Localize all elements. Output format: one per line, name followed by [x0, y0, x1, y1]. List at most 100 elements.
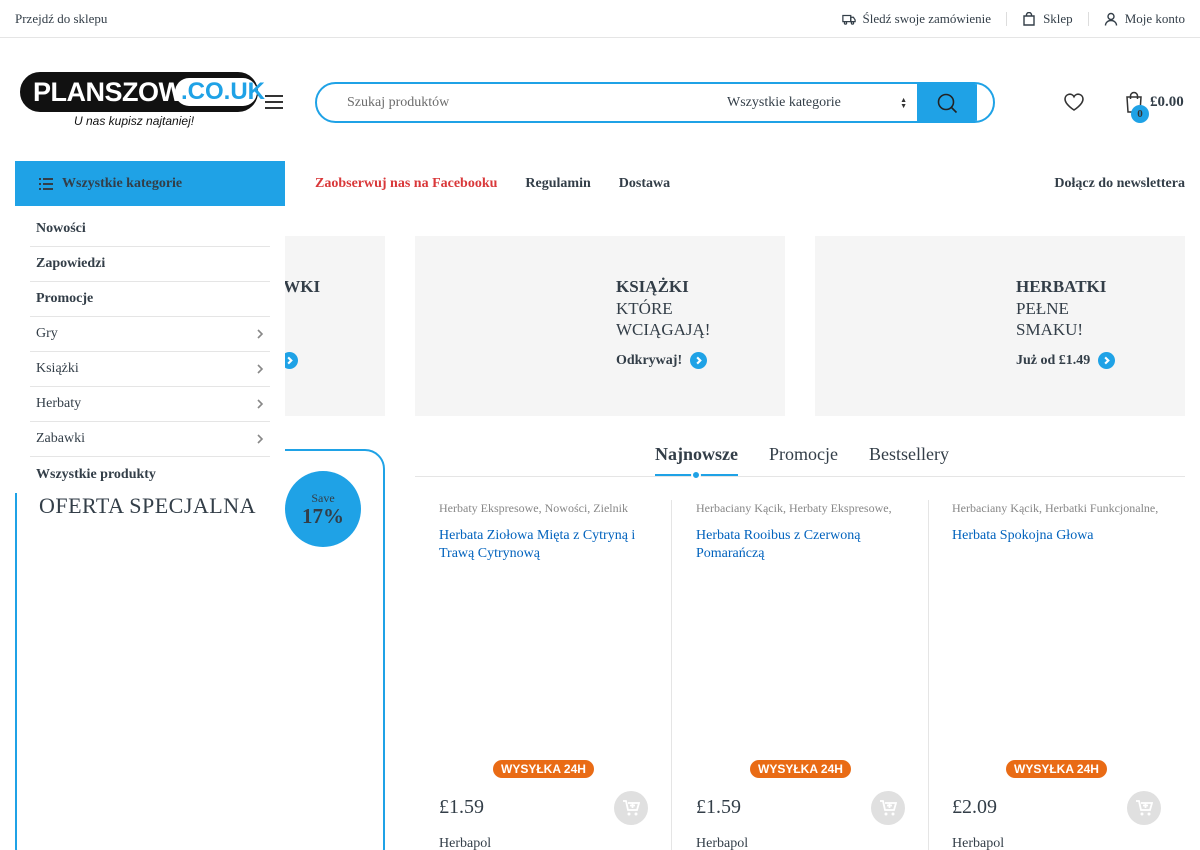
promo-banner-teas[interactable]: HERBATKI PEŁNE SMAKU! Już od £1.49 [815, 236, 1185, 416]
product-card: Herbaciany Kącik, Herbaty Ekspresowe, He… [672, 500, 929, 850]
category-menu-item[interactable]: Promocje [30, 282, 270, 317]
banner-cta[interactable]: Już od £1.49 [1016, 352, 1116, 369]
cart-plus-icon [880, 800, 897, 816]
add-to-cart-button[interactable] [614, 791, 648, 825]
track-order-label: Śledź swoje zamówienie [862, 11, 992, 26]
user-icon [1104, 12, 1117, 26]
save-badge: Save 17% [285, 471, 361, 547]
tab-promotions[interactable]: Promocje [769, 444, 838, 476]
tab-label: Najnowsze [655, 444, 738, 464]
special-offer-card: OFERTA SPECJALNA Save 17% [15, 449, 385, 850]
special-offer-title: OFERTA SPECJALNA [39, 493, 257, 518]
chevron-right-icon [257, 399, 264, 409]
logo-domain-text: .CO.UK [175, 78, 265, 106]
tab-bestsellers[interactable]: Bestsellery [869, 444, 949, 476]
arrow-right-icon [690, 352, 708, 369]
divider [1006, 12, 1008, 26]
product-card: Herbaty Ekspresowe, Nowości, Zielnik Her… [415, 500, 672, 850]
product-title-link[interactable]: Herbata Spokojna Głowa [952, 527, 1162, 545]
search-form: Wszystkie kategorie ▲▼ [315, 82, 995, 123]
top-bar: Przejdź do sklepu Śledź swoje zamówienie… [0, 0, 1200, 38]
product-categories[interactable]: Herbaty Ekspresowe, Nowości, Zielnik [439, 501, 649, 516]
product-categories[interactable]: Herbaciany Kącik, Herbaty Ekspresowe, [696, 501, 906, 516]
product-brand: Herbapol [696, 836, 749, 850]
category-label: Wszystkie produkty [36, 466, 156, 482]
cart-plus-icon [1136, 800, 1153, 816]
add-to-cart-button[interactable] [871, 791, 905, 825]
cart-plus-icon [623, 800, 640, 816]
logo-tagline: U nas kupisz najtaniej! [74, 114, 195, 128]
all-categories-button[interactable]: Wszystkie kategorie [15, 161, 285, 206]
category-label: Gry [36, 326, 58, 341]
menu-icon[interactable] [265, 95, 283, 109]
category-menu-item[interactable]: Gry [30, 317, 270, 352]
search-input[interactable] [317, 84, 697, 121]
list-icon [39, 177, 53, 190]
product-brand: Herbapol [952, 836, 1005, 850]
promo-banner-books[interactable]: KSIĄŻKI KTÓRE WCIĄGAJĄ! Odkrywaj! [415, 236, 785, 416]
category-menu: Nowości Zapowiedzi Promocje Gry Książki … [15, 206, 285, 493]
category-menu-item[interactable]: Zabawki [30, 422, 270, 457]
tab-newest[interactable]: Najnowsze [655, 444, 738, 480]
truck-icon [841, 14, 856, 25]
banner-subtitle-line1: PEŁNE [1016, 299, 1069, 318]
divider [1087, 12, 1089, 26]
my-account-link[interactable]: Moje konto [1104, 11, 1185, 27]
category-label: Herbaty [36, 396, 82, 411]
heart-icon [1064, 93, 1084, 111]
category-menu-item[interactable]: Nowości [30, 212, 270, 247]
product-title-link[interactable]: Herbata Ziołowa Mięta z Cytryną i Trawą … [439, 527, 649, 563]
product-categories[interactable]: Herbaciany Kącik, Herbatki Funkcjonalne, [952, 501, 1162, 516]
product-price: £1.59 [696, 796, 741, 818]
active-tab-indicator [691, 470, 701, 480]
nav-terms-link[interactable]: Regulamin [525, 176, 590, 192]
category-label: Nowości [36, 221, 86, 236]
nav-facebook-link[interactable]: Zaobserwuj nas na Facebooku [315, 176, 497, 192]
select-arrows-icon: ▲ ▼ [900, 96, 907, 110]
chevron-right-icon [257, 329, 264, 339]
banner-subtitle-line2: SMAKU! [1016, 320, 1084, 339]
search-category-select[interactable]: Wszystkie kategorie ▲ ▼ [697, 84, 917, 121]
banner-subtitle-line2: WCIĄGAJĄ! [616, 320, 711, 339]
shipping-badge: WYSYŁKA 24H [493, 760, 594, 778]
category-label: Zapowiedzi [36, 256, 106, 271]
chevron-right-icon [257, 364, 264, 374]
product-title-link[interactable]: Herbata Rooibus z Czerwoną Pomarańczą [696, 527, 906, 563]
category-menu-item[interactable]: Zapowiedzi [30, 247, 270, 282]
shopping-bag-icon [1023, 12, 1035, 26]
top-bar-links: Śledź swoje zamówienie Sklep Moje konto [841, 11, 1185, 27]
cart-count-badge: 0 [1131, 105, 1149, 123]
tab-label: Promocje [769, 444, 838, 464]
logo-pill: PLANSZOWKI .CO.UK [20, 72, 265, 112]
newsletter-link[interactable]: Dołącz do newslettera [1054, 176, 1185, 192]
shipping-badge: WYSYŁKA 24H [1006, 760, 1107, 778]
add-to-cart-button[interactable] [1127, 791, 1161, 825]
nav-delivery-link[interactable]: Dostawa [619, 176, 670, 192]
banner-title: HERBATKI [1016, 277, 1107, 296]
banner-cta[interactable]: Odkrywaj! [616, 352, 708, 369]
product-card: Herbaciany Kącik, Herbatki Funkcjonalne,… [928, 500, 1185, 850]
banner-cta-label: Już od £1.49 [1016, 352, 1091, 368]
wishlist-button[interactable] [1063, 92, 1085, 112]
product-tabs: Najnowsze Promocje Bestsellery [415, 444, 1185, 480]
search-icon [937, 93, 958, 113]
skip-to-shop-link[interactable]: Przejdź do sklepu [15, 11, 107, 27]
category-label: Książki [36, 361, 79, 376]
product-price: £1.59 [439, 796, 484, 818]
all-categories-label: Wszystkie kategorie [62, 175, 183, 191]
search-category-value: Wszystkie kategorie [727, 95, 841, 110]
save-value: 17% [302, 504, 344, 528]
site-logo[interactable]: PLANSZOWKI .CO.UK U nas kupisz najtaniej… [20, 72, 265, 132]
category-menu-item[interactable]: Wszystkie produkty [30, 457, 270, 492]
search-button[interactable] [917, 84, 977, 121]
banner-title: KSIĄŻKI [616, 277, 689, 296]
shipping-badge: WYSYŁKA 24H [750, 760, 851, 778]
my-account-label: Moje konto [1124, 11, 1185, 26]
category-menu-item[interactable]: Herbaty [30, 387, 270, 422]
category-menu-item[interactable]: Książki [30, 352, 270, 387]
shop-link[interactable]: Sklep [1022, 11, 1073, 27]
category-label: Promocje [36, 291, 94, 306]
track-order-link[interactable]: Śledź swoje zamówienie [841, 11, 992, 27]
product-price: £2.09 [952, 796, 997, 818]
mini-cart[interactable]: 0 £0.00 [1125, 91, 1184, 123]
